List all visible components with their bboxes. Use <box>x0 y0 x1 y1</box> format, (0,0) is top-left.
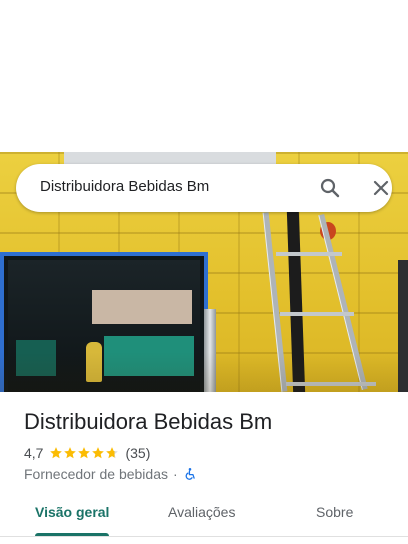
star-icon <box>92 447 105 459</box>
rating-stars <box>49 446 119 460</box>
close-icon[interactable] <box>369 176 393 200</box>
photo-ladder-rung <box>280 312 354 316</box>
search-icon[interactable] <box>318 176 342 200</box>
wheelchair-icon <box>183 467 197 481</box>
photo-boxes <box>92 290 192 324</box>
star-icon <box>78 447 91 459</box>
place-category: Fornecedor de bebidas <box>24 466 168 482</box>
photo-floor-shadow <box>0 352 408 392</box>
rating-value: 4,7 <box>24 445 44 461</box>
star-icon <box>106 447 119 459</box>
search-bar[interactable]: Distribuidora Bebidas Bm <box>16 164 392 212</box>
tab-reviews[interactable]: Avaliações <box>168 504 235 520</box>
star-icon <box>64 447 77 459</box>
photo-ladder-rung <box>276 252 342 256</box>
tab-overview[interactable]: Visão geral <box>35 504 109 520</box>
tab-about[interactable]: Sobre <box>316 504 353 520</box>
category-row: Fornecedor de bebidas · <box>24 465 197 483</box>
place-title: Distribuidora Bebidas Bm <box>24 409 273 434</box>
star-icon <box>50 447 63 459</box>
photo-right-rack <box>398 260 408 392</box>
search-input[interactable]: Distribuidora Bebidas Bm <box>40 178 209 195</box>
place-tabs: Visão geral Avaliações Sobre <box>0 496 408 537</box>
rating-row[interactable]: 4,7 (35) <box>24 444 150 462</box>
separator-dot: · <box>173 466 178 482</box>
tabs-divider <box>0 536 408 537</box>
review-count[interactable]: (35) <box>125 445 150 461</box>
